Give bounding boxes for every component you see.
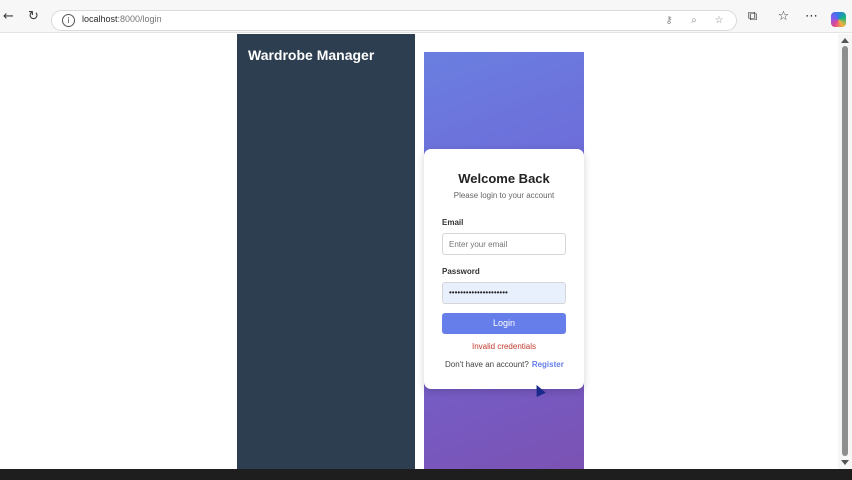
email-label: Email bbox=[442, 218, 464, 227]
copilot-icon[interactable] bbox=[831, 12, 846, 27]
error-message: Invalid credentials bbox=[471, 342, 537, 351]
login-button[interactable]: Login bbox=[442, 313, 566, 334]
scrollbar-thumb[interactable] bbox=[842, 46, 848, 456]
password-input[interactable]: ••••••••••••••••••••• bbox=[442, 282, 566, 304]
bottom-edge bbox=[0, 469, 852, 480]
scroll-up-icon[interactable] bbox=[841, 38, 849, 43]
login-title: Welcome Back bbox=[458, 171, 550, 186]
login-subtitle: Please login to your account bbox=[453, 191, 555, 200]
browser-toolbar: ← ↻ i localhost:8000/login ⚷ ⌕ ☆ ⧉ ☆ ⋯ bbox=[0, 0, 852, 33]
key-icon[interactable]: ⚷ bbox=[662, 13, 676, 27]
star-icon[interactable]: ☆ bbox=[712, 13, 726, 27]
login-card: Welcome Back Please login to your accoun… bbox=[424, 149, 584, 389]
password-label: Password bbox=[442, 267, 480, 276]
email-input[interactable] bbox=[442, 233, 566, 255]
register-prompt: Don't have an account? bbox=[445, 360, 529, 369]
sidebar: Wardrobe Manager bbox=[237, 34, 415, 469]
reload-icon[interactable]: ↻ bbox=[25, 8, 42, 25]
site-info-icon[interactable]: i bbox=[62, 14, 75, 27]
address-bar[interactable]: i localhost:8000/login ⚷ ⌕ ☆ bbox=[51, 10, 737, 31]
arrow-left-icon[interactable]: ← bbox=[0, 8, 17, 25]
app-title: Wardrobe Manager bbox=[248, 47, 375, 63]
more-menu-icon[interactable]: ⋯ bbox=[803, 8, 820, 25]
url-path: :8000/login bbox=[117, 14, 162, 24]
scroll-down-icon[interactable] bbox=[841, 460, 849, 465]
register-link[interactable]: Register bbox=[532, 360, 564, 369]
page-viewport: Wardrobe Manager Welcome Back Please log… bbox=[0, 34, 838, 469]
page-scrollbar[interactable] bbox=[838, 34, 852, 469]
favorites-list-icon[interactable]: ☆ bbox=[775, 8, 792, 25]
register-row: Don't have an account? Register bbox=[445, 360, 564, 369]
puzzle-icon[interactable]: ⧉ bbox=[744, 8, 761, 25]
url-host: localhost bbox=[82, 14, 118, 24]
url-text[interactable]: localhost:8000/login bbox=[82, 14, 162, 24]
zoom-icon[interactable]: ⌕ bbox=[687, 13, 701, 27]
